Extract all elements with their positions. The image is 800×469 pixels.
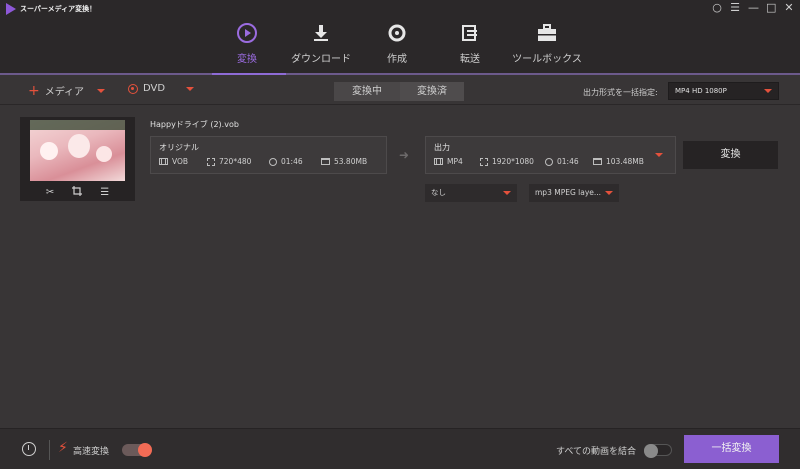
output-title: 出力 [434,143,450,152]
clock-icon [269,157,277,166]
tab-converted[interactable]: 変換済 [400,82,464,101]
app-title: スーパーメディア変換！ [6,3,96,15]
add-media-label: メディア [44,87,85,98]
source-duration-value: 01:46 [281,157,303,166]
main-nav: 変換 ダウンロード 作成 転送 ツールボックス [0,20,800,75]
tab-converting[interactable]: 変換中 [334,82,400,101]
add-dvd-button[interactable]: DVD [128,83,195,94]
alarm-clock-icon[interactable] [22,442,36,456]
app-title-text: スーパーメディア変換！ [20,5,97,13]
effects-sliders-icon[interactable]: ☰ [100,187,109,198]
folder-icon [593,158,602,165]
source-resolution: 720*480 [207,157,251,166]
output-duration: 01:46 [545,157,579,166]
title-nav-bar: スーパーメディア変換！ ○ ☰ — □ ✕ 変換 ダウンロード 作成 転送 ツー… [0,0,800,75]
maximize-icon[interactable]: □ [766,2,776,14]
source-duration: 01:46 [269,157,303,166]
output-size: 103.48MB [593,157,644,166]
video-thumbnail[interactable] [30,120,125,181]
toggle-knob [644,444,658,458]
chevron-down-icon [764,89,772,93]
batch-convert-button[interactable]: 一括変換 [684,435,779,463]
output-duration-value: 01:46 [557,157,579,166]
high-speed-label: 高速変換 [73,447,110,457]
add-media-button[interactable]: + メディア [28,82,106,99]
video-thumbnail-panel: ✂ ☰ [20,117,135,201]
dvd-icon [128,83,138,94]
file-name: Happyドライブ (2).vob [150,120,239,129]
chevron-down-icon[interactable] [655,153,663,157]
nav-item-toolbox[interactable]: ツールボックス [502,20,592,75]
divider [49,440,50,460]
source-title: オリジナル [159,143,199,152]
active-tab-indicator [212,73,286,75]
source-resolution-value: 720*480 [219,157,252,166]
dvd-label: DVD [143,83,166,94]
user-icon[interactable]: ○ [712,2,722,14]
resolution-icon [480,157,488,166]
source-format-value: VOB [172,157,189,166]
subtitle-select-value: なし [431,188,446,197]
chevron-down-icon[interactable] [186,86,195,91]
source-size-value: 53.80MB [334,157,368,166]
output-info-box[interactable]: 出力 MP4 1920*1080 01:46 103.48MB [425,136,676,174]
output-size-value: 103.48MB [606,157,644,166]
output-format-label: 出力形式を一括指定: [583,88,658,97]
clock-icon [545,157,553,166]
bottom-bar: ⚡ 高速変換 すべての動画を結合 一括変換 [0,428,800,469]
output-resolution-value: 1920*1080 [492,157,534,166]
window-controls: ○ ☰ — □ ✕ [712,2,794,14]
merge-all-toggle[interactable] [644,444,672,458]
subtitle-select[interactable]: なし [425,184,517,202]
film-icon [159,158,168,165]
conversion-status-tabs: 変換中 変換済 [334,82,464,101]
chevron-down-icon [503,191,511,195]
source-size: 53.80MB [321,157,367,166]
high-speed-toggle[interactable] [122,443,152,457]
audio-select-value: mp3 MPEG laye... [535,188,602,197]
merge-all-label: すべての動画を結合 [556,447,637,457]
output-format: MP4 [434,157,463,166]
folder-icon [321,158,330,165]
nav-label-toolbox: ツールボックス [512,54,582,65]
output-format-value: MP4 HD 1080P [675,87,727,95]
source-format: VOB [159,157,188,166]
convert-button[interactable]: 変換 [683,141,778,169]
output-resolution: 1920*1080 [480,157,534,166]
crop-icon[interactable] [72,185,83,199]
toolbar: + メディア DVD 変換中 変換済 出力形式を一括指定: MP4 HD 108… [0,77,800,105]
output-format-value: MP4 [447,157,463,166]
resolution-icon [207,157,215,166]
film-icon [434,158,443,165]
trim-scissors-icon[interactable]: ✂ [46,187,54,198]
chevron-down-icon[interactable] [97,88,106,93]
arrow-right-icon: ➜ [399,148,410,162]
lightning-icon: ⚡ [58,440,68,456]
toolbox-icon [502,20,592,46]
output-format-select[interactable]: MP4 HD 1080P [668,82,779,100]
minimize-icon[interactable]: — [748,2,759,14]
source-info-box: オリジナル VOB 720*480 01:46 53.80MB [150,136,387,174]
menu-icon[interactable]: ☰ [730,2,740,14]
app-logo-icon [6,3,16,15]
toggle-knob [138,443,152,457]
chevron-down-icon [605,191,613,195]
plus-icon: + [28,82,40,99]
thumbnail-tools: ✂ ☰ [20,185,135,199]
audio-select[interactable]: mp3 MPEG laye... [529,184,619,202]
close-icon[interactable]: ✕ [784,2,794,14]
